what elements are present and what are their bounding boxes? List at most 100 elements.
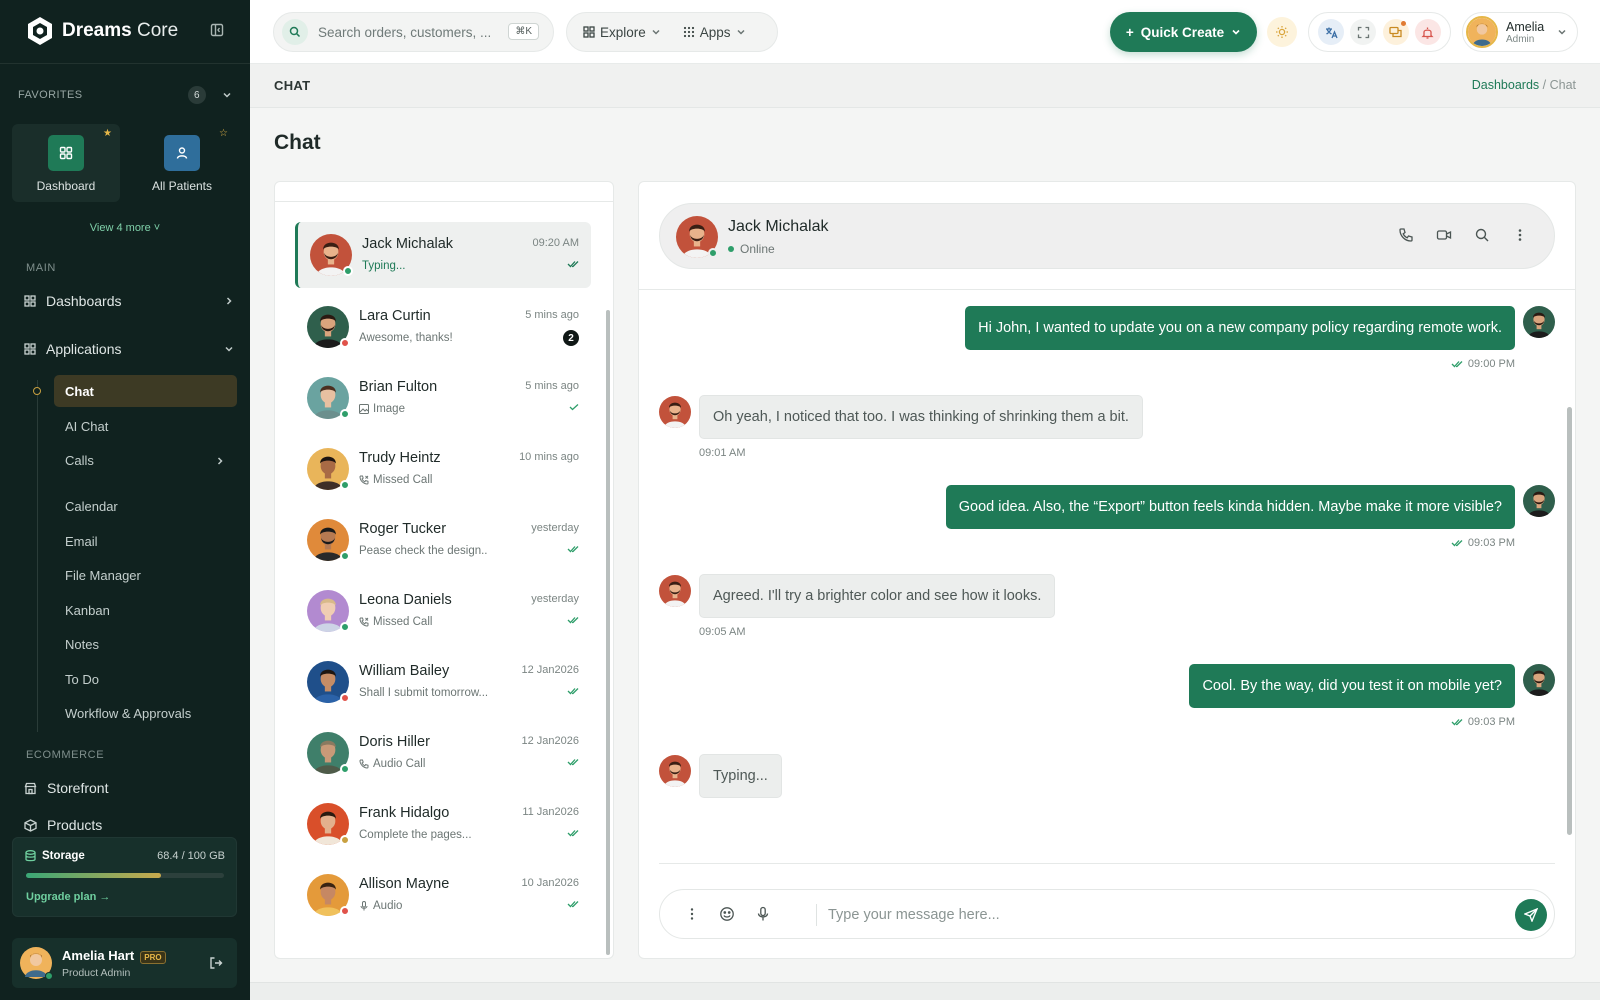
star-filled-icon[interactable]: ★ — [103, 128, 112, 139]
sidebar-item-products[interactable]: Products — [24, 814, 234, 836]
sidebar-item-dashboards[interactable]: Dashboards — [24, 290, 234, 312]
message-composer — [659, 889, 1555, 939]
sidebar-item-ai-chat[interactable]: AI Chat — [65, 419, 108, 434]
emoji-icon[interactable] — [719, 906, 735, 922]
check-icon — [569, 403, 579, 411]
avatar[interactable] — [659, 396, 691, 428]
contact-item[interactable]: Frank Hidalgo Complete the pages... 11 Jan… — [295, 791, 591, 857]
sidebar-item-workflow[interactable]: Workflow & Approvals — [65, 706, 191, 721]
contact-item[interactable]: Trudy Heintz Missed Call 10 mins ago — [295, 436, 591, 502]
search-icon[interactable] — [1474, 227, 1490, 243]
user-name: Amelia Hart — [62, 947, 135, 963]
contact-item[interactable]: Leona Daniels Missed Call yesterday — [295, 578, 591, 644]
incoming-message: Agreed. I'll try a brighter color and se… — [699, 574, 1056, 618]
sidebar-item-label: Dashboards — [46, 293, 122, 309]
avatar[interactable] — [659, 755, 691, 787]
sidebar-item-notes[interactable]: Notes — [65, 637, 99, 652]
theme-toggle-sun-icon[interactable] — [1267, 17, 1297, 47]
contact-item[interactable]: William Bailey Shall I submit tomorrow...… — [295, 649, 591, 715]
chat-scrollbar[interactable] — [1567, 407, 1572, 835]
upgrade-plan-link[interactable]: Upgrade plan → — [26, 891, 110, 903]
user-name: Amelia — [1506, 19, 1545, 34]
user-menu[interactable]: Amelia Admin — [1462, 12, 1578, 52]
outgoing-message: Cool. By the way, did you test it on mob… — [1189, 664, 1515, 708]
more-vertical-icon[interactable] — [1512, 227, 1528, 243]
apps-menu[interactable]: Apps — [683, 25, 746, 40]
favorites-header[interactable]: FAVORITES 6 — [18, 86, 232, 104]
view-more-link[interactable]: View 4 more ˅ — [0, 222, 250, 234]
fullscreen-icon[interactable] — [1350, 19, 1377, 45]
preview-text: Awesome, thanks! — [359, 332, 453, 344]
fav-card-dashboard[interactable]: ★ Dashboard — [12, 124, 120, 202]
sidebar-item-todo[interactable]: To Do — [65, 672, 99, 687]
contact-item[interactable]: Lara Curtin Awesome, thanks! 5 mins ago 2 — [295, 294, 591, 360]
fav-card-label: Dashboard — [36, 179, 96, 193]
double-check-icon — [1451, 360, 1463, 368]
sidebar-item-calendar[interactable]: Calendar — [65, 499, 118, 514]
double-check-icon — [567, 616, 579, 624]
breadcrumb-dashboards-link[interactable]: Dashboards — [1472, 78, 1539, 92]
more-vertical-icon[interactable] — [684, 906, 700, 922]
avatar[interactable] — [659, 575, 691, 607]
topbar-actions — [1308, 12, 1451, 52]
sidebar-user-card[interactable]: Amelia Hart PRO Product Admin — [12, 938, 237, 988]
contact-list: Jack Michalak Typing... 09:20 AM Lara Curti… — [274, 181, 614, 959]
contact-item[interactable]: Brian Fulton Image 5 mins ago — [295, 365, 591, 431]
explore-menu[interactable]: Explore — [583, 25, 661, 40]
phone-missed-icon — [359, 475, 369, 485]
bell-icon[interactable] — [1414, 19, 1441, 45]
logout-icon[interactable] — [209, 956, 223, 970]
send-button[interactable] — [1515, 899, 1547, 931]
status-indicator — [340, 835, 350, 845]
sidebar-item-chat[interactable]: Chat — [54, 375, 237, 407]
sidebar-item-kanban[interactable]: Kanban — [65, 603, 110, 618]
message-preview: Audio Call — [359, 758, 425, 770]
composer-divider — [659, 863, 1555, 864]
phone-icon[interactable] — [1398, 227, 1414, 243]
search-input[interactable]: Search orders, customers, ... — [318, 25, 496, 40]
avatar[interactable] — [1523, 306, 1555, 338]
status-indicator — [340, 906, 350, 916]
star-outline-icon[interactable]: ☆ — [219, 128, 228, 139]
sidebar-item-applications[interactable]: Applications — [24, 338, 234, 360]
translate-icon[interactable] — [1318, 19, 1345, 45]
contact-name: Allison Mayne — [359, 876, 450, 892]
sidebar-item-calls[interactable]: Calls — [65, 453, 225, 468]
sidebar-item-email[interactable]: Email — [65, 534, 98, 549]
quick-create-button[interactable]: + Quick Create — [1110, 12, 1257, 52]
chevron-right-icon — [217, 457, 223, 465]
double-check-icon — [1451, 539, 1463, 547]
double-check-icon — [567, 758, 579, 766]
logo[interactable]: Dreams Core — [26, 16, 178, 46]
logo-icon — [28, 17, 52, 45]
time-text: 09:01 AM — [699, 447, 746, 459]
video-icon[interactable] — [1436, 227, 1452, 243]
sidebar-collapse-icon[interactable] — [210, 23, 224, 37]
fav-card-all-patients[interactable]: ☆ All Patients — [128, 124, 236, 202]
sidebar-item-storefront[interactable]: Storefront — [24, 777, 234, 799]
topbar: Search orders, customers, ... ⌘K Explore… — [250, 0, 1600, 64]
contact-item[interactable]: Allison Mayne Audio 10 Jan2026 — [295, 862, 591, 928]
explore-label: Explore — [600, 24, 646, 40]
chat-avatar[interactable] — [676, 216, 718, 258]
message-preview: Missed Call — [359, 474, 432, 486]
sidebar-item-file-manager[interactable]: File Manager — [65, 568, 141, 583]
avatar[interactable] — [1523, 485, 1555, 517]
avatar — [1466, 16, 1498, 48]
search-bar[interactable]: Search orders, customers, ... ⌘K — [273, 12, 554, 52]
contact-item[interactable]: Jack Michalak Typing... 09:20 AM — [295, 222, 591, 288]
storage-progress — [26, 873, 224, 878]
contact-item[interactable]: Doris Hiller Audio Call 12 Jan2026 — [295, 720, 591, 786]
contact-time: yesterday — [531, 593, 579, 605]
messages-icon[interactable] — [1382, 19, 1409, 45]
contact-list-scrollbar[interactable] — [606, 310, 610, 955]
avatar[interactable] — [1523, 664, 1555, 696]
chevron-down-icon: ˅ — [153, 222, 161, 234]
quick-create-label: Quick Create — [1140, 24, 1225, 40]
message-preview: Shall I submit tomorrow... — [359, 687, 488, 699]
sidebar-item-label: Storefront — [47, 780, 109, 796]
microphone-icon[interactable] — [755, 906, 771, 922]
message-input[interactable] — [828, 903, 1508, 927]
page-header-bar: CHAT Dashboards / Chat — [250, 64, 1600, 108]
contact-item[interactable]: Roger Tucker Pease check the design.. yest… — [295, 507, 591, 573]
